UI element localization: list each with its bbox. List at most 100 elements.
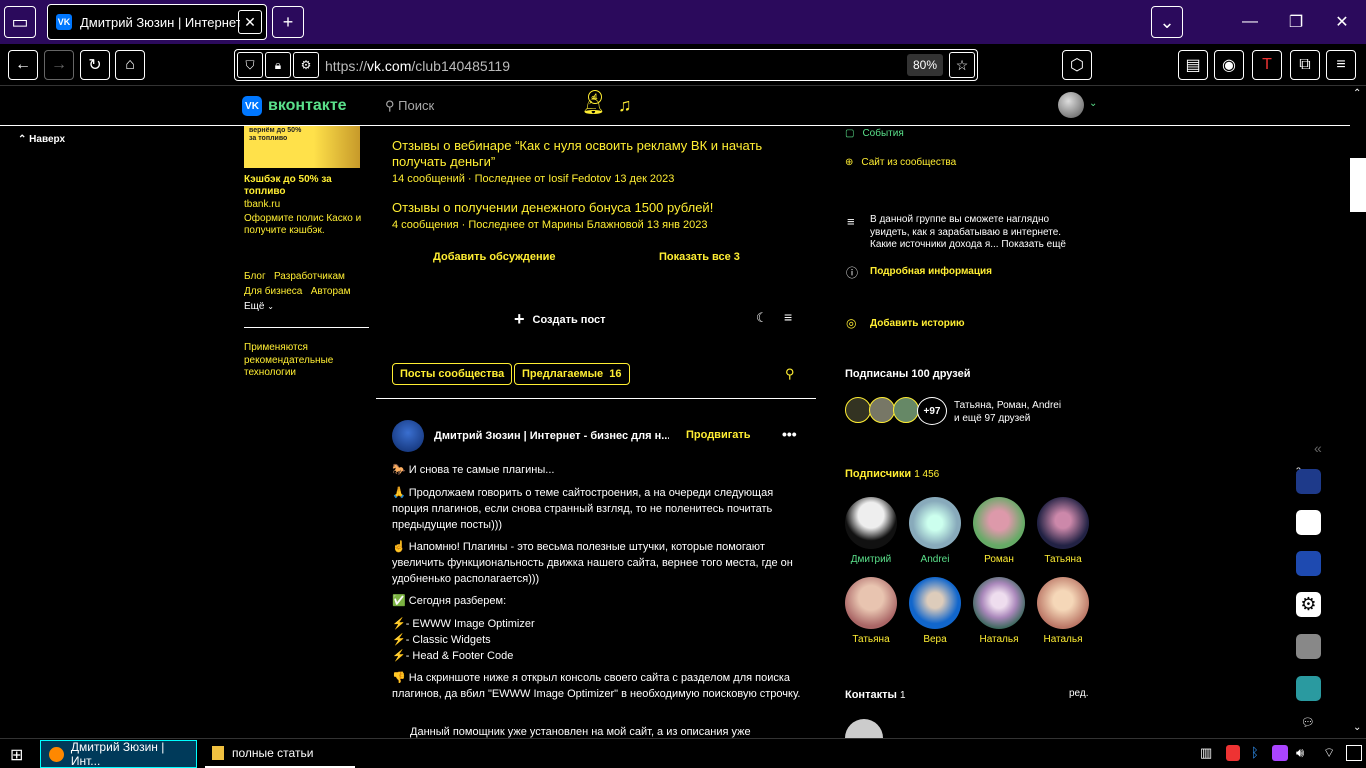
subscriber-name[interactable]: Татьяна <box>841 634 901 645</box>
link-blog[interactable]: Блог <box>244 271 266 282</box>
page-scrollbar[interactable]: ⌃ ⌄ <box>1350 86 1366 738</box>
contact-avatar[interactable] <box>845 719 883 738</box>
tab-community-posts[interactable]: Посты сообщества <box>392 363 513 385</box>
ad-domain[interactable]: tbank.ru <box>244 199 280 210</box>
settings-icon[interactable]: ⚙ <box>1296 592 1321 617</box>
more-options-icon[interactable]: ••• <box>782 426 797 442</box>
chat-icon[interactable]: 💬︎ <box>1301 716 1315 729</box>
friends-more-count[interactable]: +97 <box>917 397 947 425</box>
pocket-icon[interactable]: ⬡ <box>1062 50 1092 80</box>
forward-icon[interactable]: → <box>44 50 74 80</box>
subscriber-avatar[interactable] <box>1037 497 1089 549</box>
lock-icon[interactable]: 🔒︎ <box>265 52 291 78</box>
details-link[interactable]: Подробная информация <box>870 266 992 277</box>
menu-icon[interactable]: ≡ <box>1326 50 1356 80</box>
tab-active[interactable]: VK Дмитрий Зюзин | Интернет - ✕ <box>47 4 267 40</box>
tab-list-chevron-icon[interactable]: ⌄ <box>1151 6 1183 38</box>
search-icon[interactable]: ⚲ <box>785 366 795 382</box>
post-author-avatar[interactable] <box>392 420 424 452</box>
subscriber-name[interactable]: Дмитрий <box>841 554 901 565</box>
new-tab-button[interactable]: + <box>272 6 304 38</box>
subscriber-avatar[interactable] <box>973 497 1025 549</box>
subscriber-name[interactable]: Вера <box>905 634 965 645</box>
subscriber-name[interactable]: Наталья <box>969 634 1029 645</box>
home-icon[interactable]: ⌂ <box>115 50 145 80</box>
show-all-button[interactable]: Показать все 3 <box>659 251 740 263</box>
bluetooth-icon[interactable]: ᛒ <box>1251 745 1259 760</box>
scroll-up-icon[interactable]: ⌃ <box>1353 88 1361 99</box>
add-story-link[interactable]: Добавить историю <box>870 318 965 329</box>
subscriber-avatar[interactable] <box>845 577 897 629</box>
friend-avatar[interactable] <box>869 397 895 423</box>
ad-title[interactable]: Кэшбэк до 50% за топливо <box>244 174 354 198</box>
game-app-icon[interactable] <box>1296 676 1321 701</box>
friends-title[interactable]: Подписаны 100 друзей <box>845 368 970 380</box>
shield-icon[interactable]: ⛉ <box>237 52 263 78</box>
scroll-down-icon[interactable]: ⌄ <box>1353 722 1361 733</box>
windows-start-icon[interactable]: ⊞ <box>10 745 23 765</box>
contacts-edit-link[interactable]: ред. <box>1069 688 1089 699</box>
promote-button[interactable]: Продвигать <box>686 429 751 441</box>
back-icon[interactable]: ← <box>8 50 38 80</box>
notifications-icon[interactable] <box>1346 745 1362 761</box>
subscribers-title[interactable]: Подписчики 1 456 <box>845 468 939 480</box>
tray-notion-icon[interactable] <box>1272 745 1288 761</box>
group-description[interactable]: В данной группе вы сможете наглядно увид… <box>870 214 1088 252</box>
post-author-name[interactable]: Дмитрий Зюзин | Интернет - бизнес для н.… <box>434 430 669 442</box>
subscriber-name[interactable]: Татьяна <box>1033 554 1093 565</box>
add-discussion-button[interactable]: Добавить обсуждение <box>433 251 556 263</box>
permissions-icon[interactable]: ⚙ <box>293 52 319 78</box>
zoom-level[interactable]: 80% <box>907 54 943 76</box>
site-link[interactable]: ⊕ Сайт из сообщества <box>845 157 956 168</box>
chevron-down-icon[interactable]: ⌄ <box>1089 98 1097 109</box>
subscriber-name[interactable]: Andrei <box>905 554 965 565</box>
reader-view-icon[interactable]: ▤ <box>1178 50 1208 80</box>
prodamus-app-icon[interactable] <box>1296 510 1321 535</box>
close-window-icon[interactable]: ✕ <box>1330 10 1354 34</box>
rec-tech-link[interactable]: Применяются рекомендательные технологии <box>244 342 349 380</box>
tab-suggested-posts[interactable]: Предлагаемые 16 <box>514 363 630 385</box>
create-post-button[interactable]: + Создать пост <box>514 309 606 330</box>
restore-icon[interactable]: ❐ <box>1284 10 1308 34</box>
contacts-title[interactable]: Контакты 1 <box>845 689 906 701</box>
account-icon[interactable]: ◉ <box>1214 50 1244 80</box>
vk-logo[interactable]: VK вконтакте <box>242 96 347 116</box>
reload-icon[interactable]: ↻ <box>80 50 110 80</box>
friend-avatar[interactable] <box>893 397 919 423</box>
subscriber-name[interactable]: Роман <box>969 554 1029 565</box>
url-bar[interactable]: ⛉ 🔒︎ ⚙ https://vk.com/club140485119 80% … <box>234 49 978 81</box>
events-link[interactable]: ▢ События <box>845 128 904 139</box>
sort-icon[interactable]: ≡ <box>784 309 792 325</box>
scrollbar-thumb[interactable] <box>1350 158 1366 212</box>
link-authors[interactable]: Авторам <box>311 286 351 297</box>
extension-t-icon[interactable]: T <box>1252 50 1282 80</box>
subscriber-name[interactable]: Наталья <box>1033 634 1093 645</box>
extensions-icon[interactable]: ⧉ <box>1290 50 1320 80</box>
taskbar-folder-item[interactable]: полные статьи <box>205 740 355 768</box>
subscriber-avatar[interactable] <box>909 577 961 629</box>
link-business[interactable]: Для бизнеса <box>244 286 302 297</box>
subscriber-avatar[interactable] <box>1037 577 1089 629</box>
subscriber-avatar[interactable] <box>973 577 1025 629</box>
music-icon[interactable]: ♫ <box>618 95 632 116</box>
wifi-icon[interactable]: ⌔ <box>1323 745 1335 761</box>
friend-avatar[interactable] <box>845 397 871 423</box>
subscriber-avatar[interactable] <box>909 497 961 549</box>
tab-close-icon[interactable]: ✕ <box>238 10 262 34</box>
bookmark-star-icon[interactable]: ☆ <box>949 52 975 78</box>
tray-opera-icon[interactable] <box>1226 745 1240 761</box>
community-app-icon[interactable] <box>1296 469 1321 494</box>
ad-banner-image[interactable]: вернём до 50% за топливо <box>244 126 360 168</box>
tray-app-icon[interactable]: ▥ <box>1200 745 1212 761</box>
minimize-icon[interactable]: — <box>1238 10 1262 34</box>
discussion-item[interactable]: Отзывы о вебинаре “Как с нуля освоить ре… <box>392 138 792 185</box>
group-app-icon[interactable] <box>1296 551 1321 576</box>
more-link[interactable]: Ещё ⌄ <box>244 301 274 312</box>
taskbar-firefox-item[interactable]: Дмитрий Зюзин | Инт... <box>40 740 197 768</box>
tab-overview-icon[interactable]: ▭ <box>4 6 36 38</box>
discussion-title[interactable]: Отзывы о вебинаре “Как с нуля освоить ре… <box>392 138 792 170</box>
search-input[interactable]: ⚲ Поиск <box>385 98 434 114</box>
subscriber-avatar[interactable] <box>845 497 897 549</box>
back-to-top-link[interactable]: ⌃ Наверх <box>18 134 65 145</box>
photo-app-icon[interactable] <box>1296 634 1321 659</box>
